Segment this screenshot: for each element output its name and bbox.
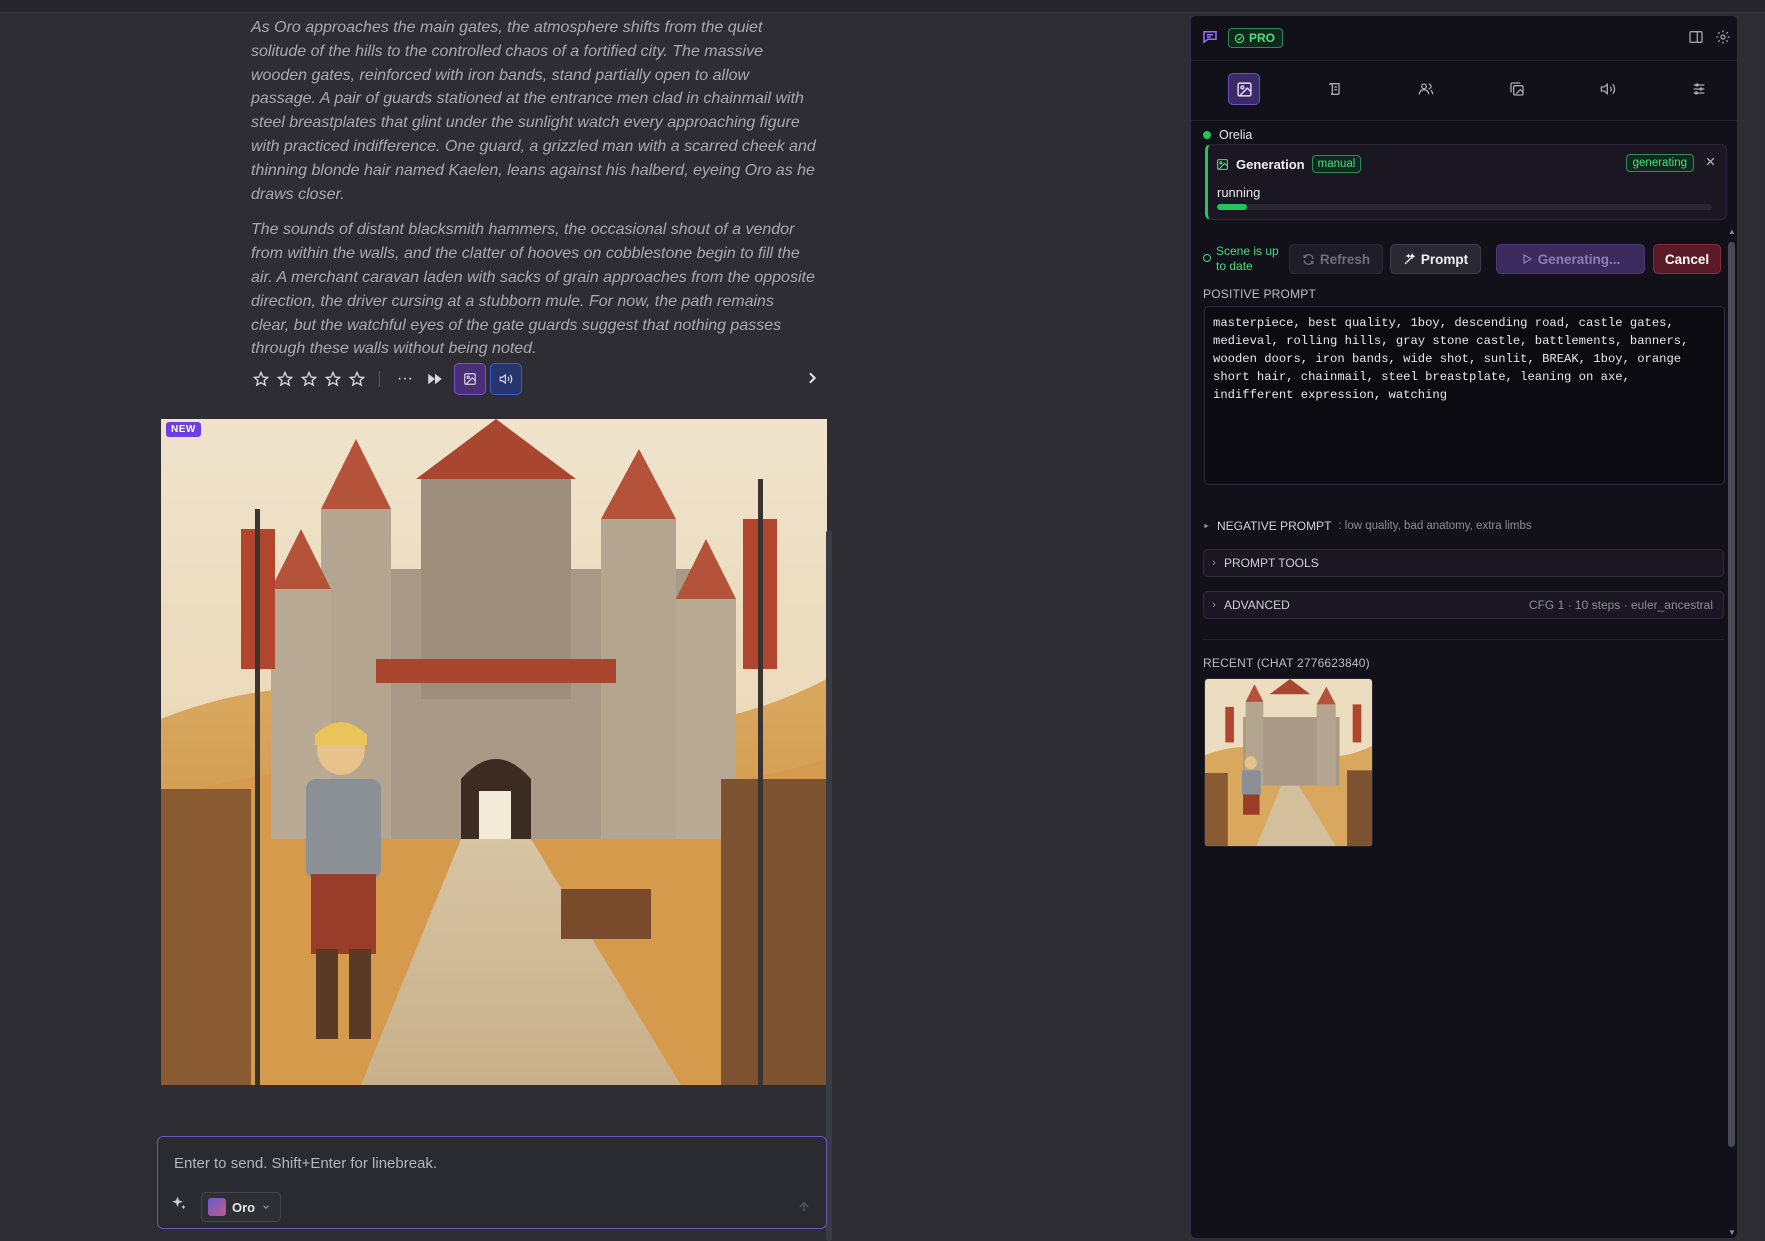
prompt-label: Prompt <box>1420 251 1469 267</box>
magic-wand-icon <box>1404 252 1416 264</box>
check-circle-icon <box>1234 33 1245 43</box>
star-3-icon[interactable] <box>297 367 321 391</box>
generate-image-button[interactable] <box>454 363 486 395</box>
pro-label: PRO <box>1249 31 1276 45</box>
active-character: Orelia <box>1203 128 1252 142</box>
scene-status: Scene is up to date <box>1203 244 1285 274</box>
refresh-button[interactable]: Refresh <box>1289 244 1383 274</box>
divider <box>1203 639 1724 640</box>
generation-title-row: Generation manual <box>1216 155 1362 173</box>
negative-prompt-toggle[interactable]: ► NEGATIVE PROMPT : low quality, bad ana… <box>1203 519 1532 533</box>
story-paragraph-1: As Oro approaches the main gates, the at… <box>251 19 816 203</box>
scroll-up-icon[interactable]: ▲ <box>1728 228 1736 236</box>
generate-label: Generating... <box>1537 251 1621 267</box>
mode-badge: manual <box>1311 155 1362 173</box>
image-generation-panel: PRO Orelia Generation manual generating … <box>1190 15 1738 1239</box>
prompt-button[interactable]: Prompt <box>1390 244 1481 274</box>
prompt-tools-section[interactable]: › PROMPT TOOLS <box>1203 549 1724 577</box>
negative-prompt-value: : low quality, bad anatomy, extra limbs <box>1338 520 1532 532</box>
top-bar <box>0 0 1765 13</box>
refresh-icon <box>1303 253 1314 265</box>
message-composer[interactable]: Enter to send. Shift+Enter for linebreak… <box>157 1136 827 1229</box>
avatar <box>208 1198 226 1216</box>
gear-icon[interactable] <box>1715 29 1733 47</box>
close-icon[interactable] <box>1704 155 1718 169</box>
online-indicator <box>1203 131 1211 139</box>
castle-thumbnail-image <box>1205 679 1372 846</box>
scroll-thumb[interactable] <box>1728 242 1735 1147</box>
tab-audio[interactable] <box>1592 73 1624 105</box>
message-input[interactable]: Enter to send. Shift+Enter for linebreak… <box>174 1155 437 1172</box>
star-4-icon[interactable] <box>321 367 345 391</box>
generation-title: Generation <box>1236 156 1305 172</box>
advanced-section[interactable]: › ADVANCED CFG 1 · 10 steps · euler_ance… <box>1203 591 1724 619</box>
generation-status-text: running <box>1217 185 1261 200</box>
refresh-label: Refresh <box>1319 251 1371 267</box>
generation-status-card: Generation manual generating running <box>1205 144 1727 220</box>
chevron-right-icon: › <box>1212 599 1216 611</box>
send-icon[interactable] <box>794 1197 814 1217</box>
new-badge: NEW <box>166 422 201 437</box>
chevron-right-icon: › <box>1212 557 1216 569</box>
tab-settings[interactable] <box>1683 73 1715 105</box>
star-5-icon[interactable] <box>345 367 369 391</box>
scene-status-text: Scene is up to date <box>1216 244 1279 273</box>
story-message: As Oro approaches the main gates, the at… <box>251 16 816 373</box>
more-options-button[interactable]: ··· <box>390 364 420 394</box>
chat-scrollbar[interactable] <box>826 530 832 1241</box>
generated-image[interactable]: NEW <box>161 419 827 1085</box>
prompt-actions: Scene is up to date Refresh Prompt Gener… <box>1203 244 1723 276</box>
positive-prompt-label: POSITIVE PROMPT <box>1203 287 1317 301</box>
advanced-label: ADVANCED <box>1224 598 1290 612</box>
prompt-tools-label: PROMPT TOOLS <box>1224 556 1319 570</box>
generation-progress-bar <box>1217 204 1712 210</box>
progress-fill <box>1217 204 1247 210</box>
sparkle-icon[interactable] <box>170 1195 190 1215</box>
message-actions: ··· <box>249 362 819 396</box>
star-1-icon[interactable] <box>249 367 273 391</box>
image-icon <box>1217 158 1228 170</box>
positive-prompt-field[interactable]: masterpiece, best quality, 1boy, descend… <box>1204 306 1725 485</box>
chat-bubble-icon <box>1201 28 1219 46</box>
tab-characters[interactable] <box>1410 73 1442 105</box>
recent-label: RECENT (CHAT 2776623840) <box>1203 656 1370 670</box>
negative-prompt-label: NEGATIVE PROMPT <box>1216 519 1332 533</box>
tab-scroll[interactable] <box>1319 73 1351 105</box>
active-character-name: Orelia <box>1219 128 1253 142</box>
divider <box>379 371 380 387</box>
chevron-down-icon <box>263 1205 269 1209</box>
dock-panel-icon[interactable] <box>1688 29 1706 47</box>
status-ring-icon <box>1203 254 1211 262</box>
star-2-icon[interactable] <box>273 367 297 391</box>
panel-tabs <box>1191 60 1737 121</box>
pro-badge: PRO <box>1228 28 1284 48</box>
tab-image-generation[interactable] <box>1228 73 1260 105</box>
cancel-button[interactable]: Cancel <box>1653 244 1721 274</box>
generate-button[interactable]: Generating... <box>1496 244 1645 274</box>
tab-gallery[interactable] <box>1501 73 1533 105</box>
status-badge: generating <box>1625 154 1694 172</box>
castle-scene-image <box>161 419 827 1085</box>
advanced-summary: CFG 1 · 10 steps · euler_ancestral <box>1528 598 1713 612</box>
scroll-down-icon[interactable]: ▼ <box>1728 1229 1736 1237</box>
character-name: Oro <box>232 1199 256 1215</box>
next-swipe-icon[interactable] <box>800 366 824 390</box>
character-selector[interactable]: Oro <box>201 1192 282 1222</box>
play-icon <box>1523 253 1532 265</box>
story-paragraph-2: The sounds of distant blacksmith hammers… <box>251 221 815 358</box>
caret-right-icon: ► <box>1203 522 1210 530</box>
panel-header: PRO <box>1191 16 1737 61</box>
panel-scrollbar[interactable]: ▲ ▼ <box>1728 228 1736 1237</box>
continue-icon[interactable] <box>420 364 450 394</box>
speak-button[interactable] <box>490 363 522 395</box>
recent-image-thumbnail[interactable] <box>1204 678 1373 847</box>
